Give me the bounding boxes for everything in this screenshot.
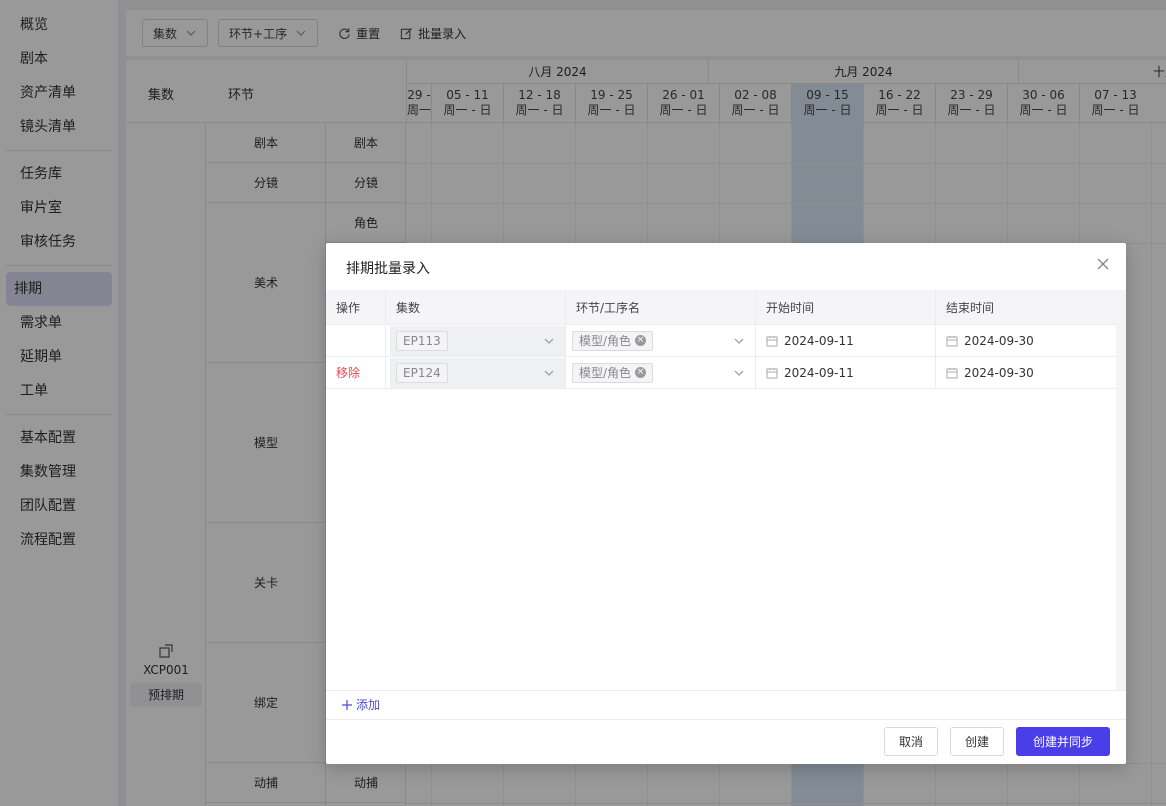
stage-tag: 模型/角色 ×	[572, 362, 654, 383]
dialog-title: 排期批量录入	[346, 261, 430, 277]
episode-tag-text: EP124	[403, 365, 441, 380]
end-date-picker[interactable]: 2024-09-30	[946, 366, 1034, 380]
divider	[326, 690, 1126, 691]
stage-cell[interactable]: 模型/角色 ×	[566, 325, 756, 356]
end-date-value: 2024-09-30	[964, 333, 1034, 348]
episode-select[interactable]: EP113	[390, 325, 565, 356]
close-icon[interactable]	[1096, 257, 1110, 271]
chevron-down-icon	[734, 370, 744, 376]
episode-tag: EP124	[396, 362, 448, 383]
calendar-icon	[766, 367, 778, 378]
cancel-button[interactable]: 取消	[883, 727, 938, 756]
batch-entry-table: 操作 集数 环节/工序名 开始时间 结束时间 EP113 模型/角色× 202	[326, 290, 1116, 389]
chevron-down-icon	[734, 338, 744, 344]
episode-cell: EP124	[386, 357, 566, 388]
episode-cell: EP113	[386, 325, 566, 356]
tag-remove-icon[interactable]: ×	[635, 367, 647, 378]
remove-row-link[interactable]: 移除	[326, 357, 386, 388]
stage-tag: 模型/角色 ×	[572, 330, 654, 351]
column-header-stage: 环节/工序名	[566, 290, 756, 324]
divider	[326, 719, 1126, 720]
create-and-sync-button[interactable]: 创建并同步	[1015, 727, 1110, 756]
stage-tag-text: 模型/角色	[579, 365, 632, 380]
episode-tag: EP113	[396, 330, 448, 351]
start-date-value: 2024-09-11	[784, 333, 854, 348]
operation-cell	[326, 325, 386, 356]
table-row: 移除 EP124 模型/角色 × 2024-09-11 2024-09-30	[326, 357, 1116, 389]
end-date-picker[interactable]: 2024-09-30	[946, 334, 1034, 348]
calendar-icon	[946, 367, 958, 378]
create-button[interactable]: 创建	[949, 727, 1004, 756]
column-header-operation: 操作	[326, 290, 386, 324]
stage-tag-text: 模型/角色	[579, 333, 632, 348]
batch-entry-dialog: 排期批量录入 操作 集数 环节/工序名 开始时间 结束时间 EP113 模型/角…	[326, 243, 1126, 764]
table-header: 操作 集数 环节/工序名 开始时间 结束时间	[326, 290, 1116, 325]
chevron-down-icon	[544, 338, 554, 344]
start-date-picker[interactable]: 2024-09-11	[766, 334, 854, 348]
start-date-cell[interactable]: 2024-09-11	[756, 325, 936, 356]
add-row-button[interactable]: 添加	[342, 696, 380, 713]
end-date-value: 2024-09-30	[964, 365, 1034, 380]
add-row-label: 添加	[356, 698, 381, 712]
column-header-episode: 集数	[386, 290, 566, 324]
stage-cell[interactable]: 模型/角色 ×	[566, 357, 756, 388]
table-row: EP113 模型/角色 × 2024-09-11 2024-09-30	[326, 325, 1116, 357]
dialog-footer: 取消 创建 创建并同步	[883, 727, 1110, 756]
episode-select[interactable]: EP124	[390, 357, 565, 388]
plus-icon	[342, 699, 352, 710]
end-date-cell[interactable]: 2024-09-30	[936, 325, 1116, 356]
calendar-icon	[766, 335, 778, 346]
calendar-icon	[946, 335, 958, 346]
tag-remove-icon[interactable]: ×	[635, 335, 647, 346]
vertical-scrollbar[interactable]	[1116, 290, 1126, 690]
start-date-value: 2024-09-11	[784, 365, 854, 380]
start-date-cell[interactable]: 2024-09-11	[756, 357, 936, 388]
chevron-down-icon	[544, 370, 554, 376]
start-date-picker[interactable]: 2024-09-11	[766, 366, 854, 380]
column-header-start: 开始时间	[756, 290, 936, 324]
column-header-end: 结束时间	[946, 300, 995, 315]
end-date-cell[interactable]: 2024-09-30	[936, 357, 1116, 388]
episode-tag-text: EP113	[403, 333, 441, 348]
